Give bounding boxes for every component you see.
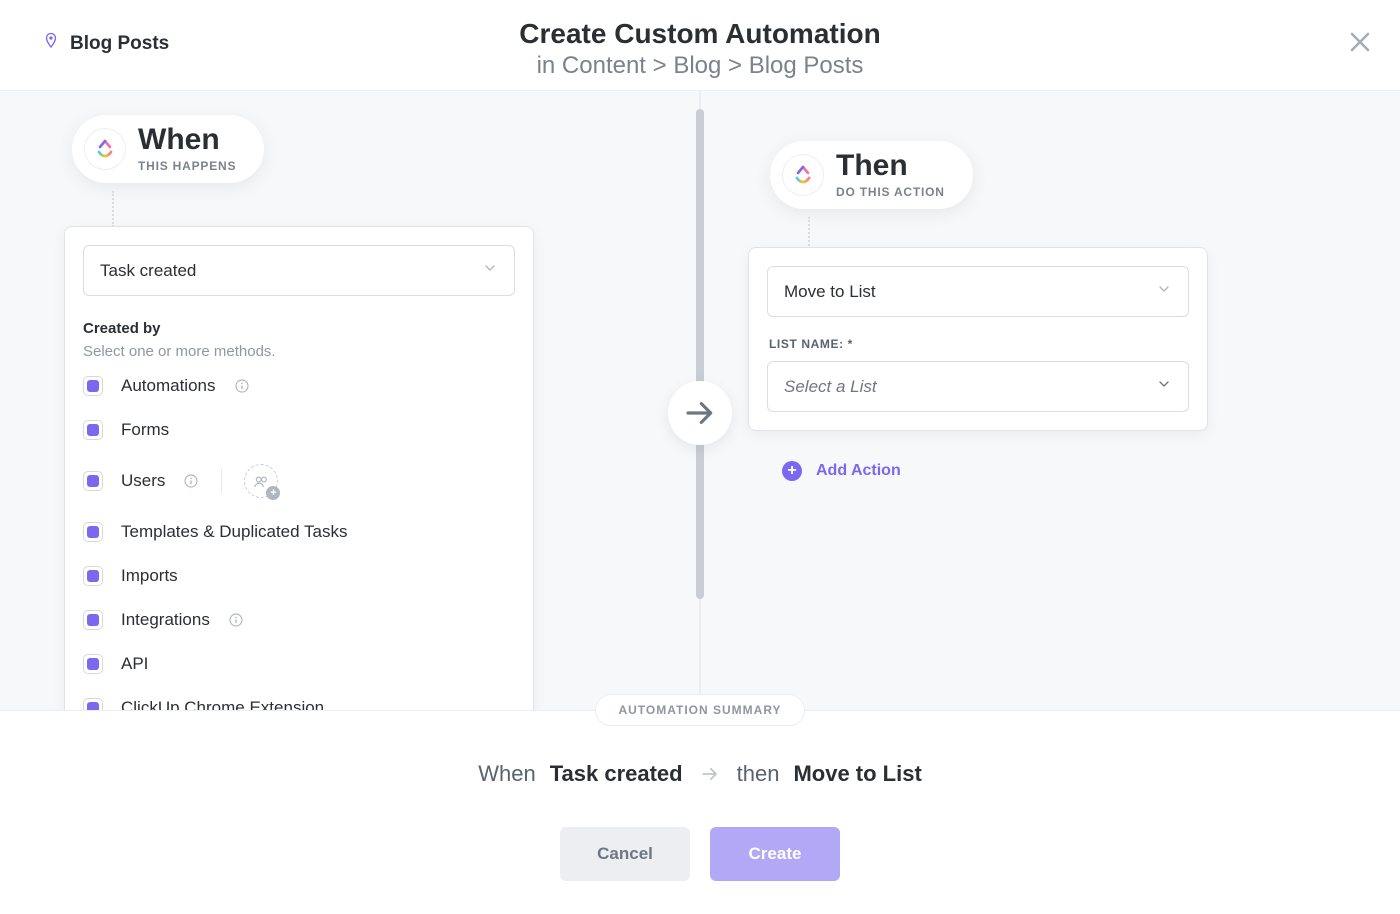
summary-line: When Task created then Move to List	[478, 761, 922, 787]
close-button[interactable]	[1348, 30, 1372, 54]
checkbox-checked-icon	[87, 658, 99, 670]
option-label: Imports	[121, 566, 178, 586]
option-label: Integrations	[121, 610, 210, 630]
list-placeholder: Select a List	[784, 377, 877, 397]
created-by-option[interactable]: Templates & Duplicated Tasks	[83, 522, 515, 542]
when-title: When	[138, 125, 236, 155]
info-icon[interactable]	[234, 378, 250, 394]
cancel-button[interactable]: Cancel	[560, 827, 690, 881]
arrow-right-icon	[697, 765, 723, 783]
option-label: Users	[121, 471, 165, 491]
automation-canvas: When THIS HAPPENS Task created Created b…	[0, 90, 1400, 710]
modal-footer: AUTOMATION SUMMARY When Task created the…	[0, 710, 1400, 914]
plus-badge-icon: +	[266, 486, 280, 500]
when-subtitle: THIS HAPPENS	[138, 159, 236, 173]
summary-then-prefix: then	[737, 761, 780, 787]
create-button[interactable]: Create	[710, 827, 840, 881]
summary-when-prefix: When	[478, 761, 535, 787]
app-logo-icon	[84, 128, 126, 170]
checkbox[interactable]	[83, 471, 103, 491]
option-label: Templates & Duplicated Tasks	[121, 522, 347, 542]
action-value: Move to List	[784, 282, 876, 302]
chevron-down-icon	[482, 260, 498, 281]
assign-users-button[interactable]: +	[244, 464, 278, 498]
connector-line	[112, 191, 114, 227]
then-pill: Then DO THIS ACTION	[770, 141, 973, 209]
info-icon[interactable]	[183, 473, 199, 489]
created-by-option[interactable]: Users +	[83, 464, 515, 498]
summary-then-bold: Move to List	[793, 761, 921, 787]
created-by-option[interactable]: Integrations	[83, 610, 515, 630]
checkbox-checked-icon	[87, 424, 99, 436]
then-card: Move to List LIST NAME: * Select a List	[748, 247, 1208, 431]
trigger-value: Task created	[100, 261, 196, 281]
checkbox-checked-icon	[87, 380, 99, 392]
flow-arrow-button[interactable]	[668, 381, 732, 445]
modal-subtitle: in Content > Blog > Blog Posts	[519, 54, 880, 78]
chevron-down-icon	[1156, 281, 1172, 302]
modal-title: Create Custom Automation	[519, 20, 880, 48]
when-card: Task created Created by Select one or mo…	[64, 226, 534, 718]
option-label: Forms	[121, 420, 169, 440]
created-by-option[interactable]: Imports	[83, 566, 515, 586]
connector-line	[808, 217, 810, 249]
created-by-heading: Created by	[83, 320, 515, 337]
chevron-down-icon	[1156, 376, 1172, 397]
checkbox-checked-icon	[87, 475, 99, 487]
separator	[221, 469, 222, 493]
checkbox[interactable]	[83, 654, 103, 674]
plus-icon: +	[782, 461, 802, 481]
add-action-button[interactable]: + Add Action	[782, 461, 901, 481]
checkbox[interactable]	[83, 522, 103, 542]
location-text: Blog Posts	[70, 33, 169, 55]
then-subtitle: DO THIS ACTION	[836, 185, 945, 199]
checkbox-checked-icon	[87, 526, 99, 538]
when-pill: When THIS HAPPENS	[72, 115, 264, 183]
trigger-dropdown[interactable]: Task created	[83, 245, 515, 296]
add-action-label: Add Action	[816, 462, 901, 480]
info-icon[interactable]	[228, 612, 244, 628]
option-label: API	[121, 654, 148, 674]
modal-title-block: Create Custom Automation in Content > Bl…	[519, 20, 880, 78]
app-logo-icon	[782, 154, 824, 196]
summary-pill: AUTOMATION SUMMARY	[595, 694, 804, 726]
checkbox-checked-icon	[87, 570, 99, 582]
list-select-dropdown[interactable]: Select a List	[767, 361, 1189, 412]
option-label: Automations	[121, 376, 216, 396]
location-breadcrumb: Blog Posts	[42, 32, 169, 55]
created-by-options: Automations Forms Users + Templates & Duplic…	[83, 376, 515, 718]
modal-header: Blog Posts Create Custom Automation in C…	[0, 0, 1400, 90]
checkbox[interactable]	[83, 566, 103, 586]
pin-icon	[42, 32, 60, 55]
list-name-label: LIST NAME: *	[769, 337, 1187, 351]
checkbox[interactable]	[83, 376, 103, 396]
created-by-option[interactable]: API	[83, 654, 515, 674]
summary-when-bold: Task created	[550, 761, 683, 787]
created-by-hint: Select one or more methods.	[83, 343, 515, 360]
checkbox-checked-icon	[87, 614, 99, 626]
created-by-option[interactable]: Forms	[83, 420, 515, 440]
scroll-handle[interactable]	[696, 109, 704, 599]
action-dropdown[interactable]: Move to List	[767, 266, 1189, 317]
then-title: Then	[836, 151, 945, 181]
checkbox[interactable]	[83, 420, 103, 440]
checkbox[interactable]	[83, 610, 103, 630]
created-by-option[interactable]: Automations	[83, 376, 515, 396]
